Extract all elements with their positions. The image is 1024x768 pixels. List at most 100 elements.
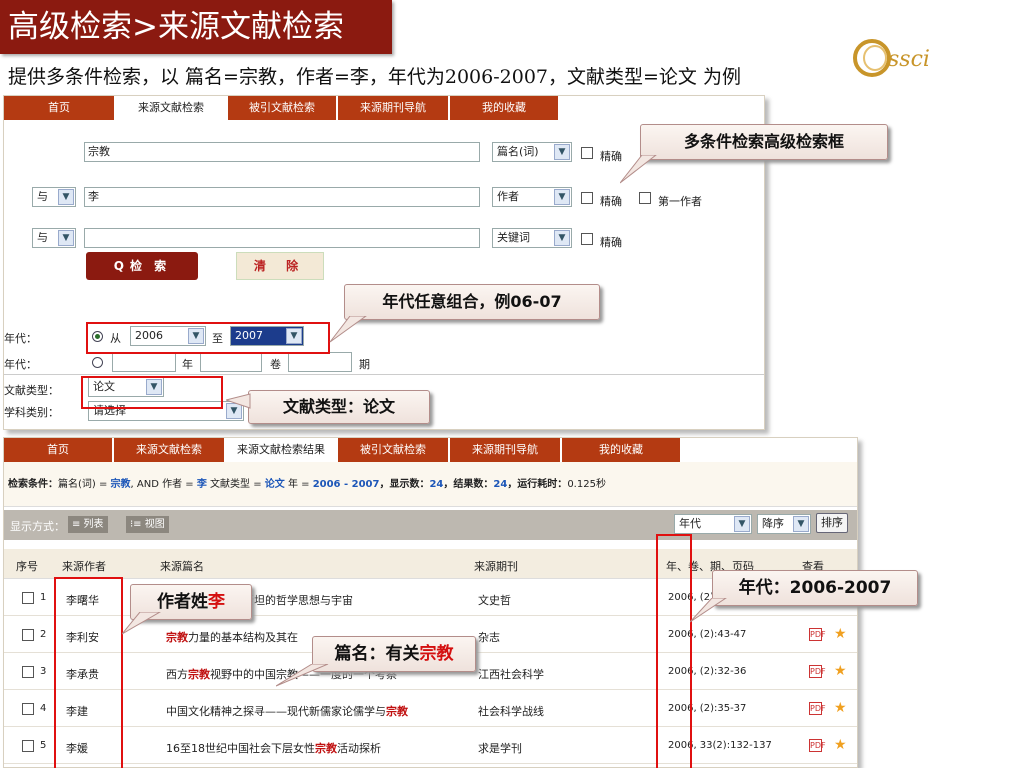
row-checkbox[interactable] <box>22 703 34 715</box>
nav-favorites[interactable]: 我的收藏 <box>562 438 682 462</box>
row-checkbox[interactable] <box>22 629 34 641</box>
author-column-highlight <box>54 577 123 768</box>
clear-button[interactable]: 清 除 <box>236 252 324 280</box>
year-label: 年代： <box>4 332 37 345</box>
callout-pointer <box>122 612 161 635</box>
svg-text:ssci: ssci <box>888 47 930 72</box>
nav-cited-search[interactable]: 被引文献检索 <box>228 96 338 120</box>
sort-order-select[interactable]: 降序 ▼ <box>757 514 811 534</box>
callout-author-kw: 李 <box>208 592 225 612</box>
exact-checkbox-1[interactable] <box>581 147 593 159</box>
row-checkbox[interactable] <box>22 592 34 604</box>
nav-source-results[interactable]: 来源文献检索结果 <box>226 438 338 462</box>
nav-favorites[interactable]: 我的收藏 <box>450 96 560 120</box>
year-column-highlight <box>656 534 692 768</box>
callout-advanced-box: 多条件检索高级检索框 <box>640 124 888 160</box>
row-title-pre: 16至18世纪中国社会下层女性 <box>166 742 315 755</box>
star-icon[interactable]: ★ <box>834 700 847 716</box>
table-row: 4 李建 中国文化精神之探寻——现代新儒家论儒学与宗教 社会科学战线 2006, (2)… <box>4 691 857 727</box>
shown-label: ，显示数： <box>379 479 430 490</box>
pdf-icon[interactable]: PDF <box>809 702 826 715</box>
pdf-icon[interactable]: PDF <box>809 665 826 678</box>
search-input-3[interactable] <box>84 228 480 248</box>
sort-field-value: 年代 <box>679 517 701 530</box>
year2-label: 年代： <box>4 358 37 371</box>
first-author-label: 第一作者 <box>658 195 702 208</box>
callout-year-combo: 年代任意组合，例06-07 <box>344 284 600 320</box>
row-checkbox[interactable] <box>22 740 34 752</box>
logic-select-2[interactable]: 与 ▼ <box>32 187 76 207</box>
star-icon[interactable]: ★ <box>834 737 847 753</box>
callout-pointer <box>690 598 727 623</box>
table-row: 5 李媛 16至18世纪中国社会下层女性宗教活动探析 求是学刊 2006, 33(2):… <box>4 728 857 764</box>
row-checkbox[interactable] <box>22 666 34 678</box>
year-input[interactable] <box>112 352 176 372</box>
search-input-1[interactable]: 宗教 <box>84 142 480 162</box>
nav-journal-guide[interactable]: 来源期刊导航 <box>450 438 562 462</box>
sort-button[interactable]: 排序 <box>816 513 848 533</box>
issue-unit: 期 <box>359 358 370 371</box>
field-select-2-value: 作者 <box>497 190 519 203</box>
field-select-3-value: 关键词 <box>497 231 530 244</box>
logic-select-3[interactable]: 与 ▼ <box>32 228 76 248</box>
condition-and1: , AND 作者 = <box>130 479 197 490</box>
shown-count: 24 <box>429 479 444 490</box>
result-count: 24 <box>493 479 508 490</box>
exact-checkbox-3[interactable] <box>581 233 593 245</box>
col-author: 来源作者 <box>62 560 106 573</box>
row-title[interactable]: 16至18世纪中国社会下层女性宗教活动探析 <box>166 740 471 756</box>
list-view-button[interactable]: ≡ 列表 <box>68 516 108 533</box>
pdf-icon[interactable]: PDF <box>809 739 826 752</box>
doc-type-label: 文献类型： <box>4 384 59 397</box>
nav-spacer <box>560 96 764 120</box>
condition-field1: 篇名(词) = <box>58 479 111 490</box>
row-title-keyword: 宗教 <box>188 668 210 681</box>
field-select-1[interactable]: 篇名(词) ▼ <box>492 142 572 162</box>
nav-source-search[interactable]: 来源文献检索 <box>114 438 226 462</box>
condition-doctype-value: 论文 <box>264 479 285 490</box>
nav-home[interactable]: 首页 <box>4 438 114 462</box>
search-conditions: 检索条件：篇名(词) = 宗教, AND 作者 = 李 文献类型 = 论文 年 … <box>4 462 857 507</box>
nav-cited-search[interactable]: 被引文献检索 <box>338 438 450 462</box>
row-journal[interactable]: 文史哲 <box>478 592 648 608</box>
nav-source-search[interactable]: 来源文献检索 <box>116 96 228 120</box>
row-journal[interactable]: 杂志 <box>478 629 648 645</box>
grid-view-button[interactable]: ⁝≡ 视图 <box>126 516 169 533</box>
row-title[interactable]: 中国文化精神之探寻——现代新儒家论儒学与宗教 <box>166 703 471 719</box>
exact-label-1: 精确 <box>600 150 622 163</box>
field-select-2[interactable]: 作者 ▼ <box>492 187 572 207</box>
slide-subtitle: 提供多条件检索，以 篇名=宗教，作者=李，年代为2006-2007，文献类型=论… <box>8 66 741 88</box>
row-journal[interactable]: 求是学刊 <box>478 740 648 756</box>
search-input-2[interactable]: 李 <box>84 187 480 207</box>
star-icon[interactable]: ★ <box>834 663 847 679</box>
first-author-checkbox[interactable] <box>639 192 651 204</box>
pdf-icon[interactable]: PDF <box>809 628 826 641</box>
volume-input[interactable] <box>200 352 262 372</box>
row-journal[interactable]: 社会科学战线 <box>478 703 648 719</box>
chevron-down-icon: ▼ <box>734 516 750 532</box>
callout-pointer <box>226 393 251 409</box>
nav-journal-guide[interactable]: 来源期刊导航 <box>338 96 450 120</box>
exact-checkbox-2[interactable] <box>581 192 593 204</box>
logic-select-2-value: 与 <box>37 190 48 203</box>
chevron-down-icon: ▼ <box>554 144 570 160</box>
issue-input[interactable] <box>288 352 352 372</box>
nav-spacer <box>682 438 857 462</box>
row-journal[interactable]: 江西社会科学 <box>478 666 648 682</box>
display-bar: 显示方式： ≡ 列表 ⁝≡ 视图 年代 ▼ 降序 ▼ 排序 <box>4 510 857 540</box>
year-volume-radio[interactable] <box>92 357 103 368</box>
condition-and3: 年 = <box>284 479 313 490</box>
nav-home[interactable]: 首页 <box>4 96 116 120</box>
condition-and2: 文献类型 = <box>206 479 265 490</box>
year-highlight-box <box>86 322 330 354</box>
callout-title: 篇名：有关宗教 <box>312 636 476 672</box>
chevron-down-icon: ▼ <box>554 230 570 246</box>
sort-field-select[interactable]: 年代 ▼ <box>674 514 752 534</box>
condition-author-value: 李 <box>196 479 207 490</box>
field-select-3[interactable]: 关键词 ▼ <box>492 228 572 248</box>
volume-unit: 卷 <box>270 358 281 371</box>
callout-year-range: 年代：2006-2007 <box>712 570 918 606</box>
sort-order-value: 降序 <box>762 517 784 530</box>
star-icon[interactable]: ★ <box>834 626 847 642</box>
search-button[interactable]: Q检 索 <box>86 252 198 280</box>
